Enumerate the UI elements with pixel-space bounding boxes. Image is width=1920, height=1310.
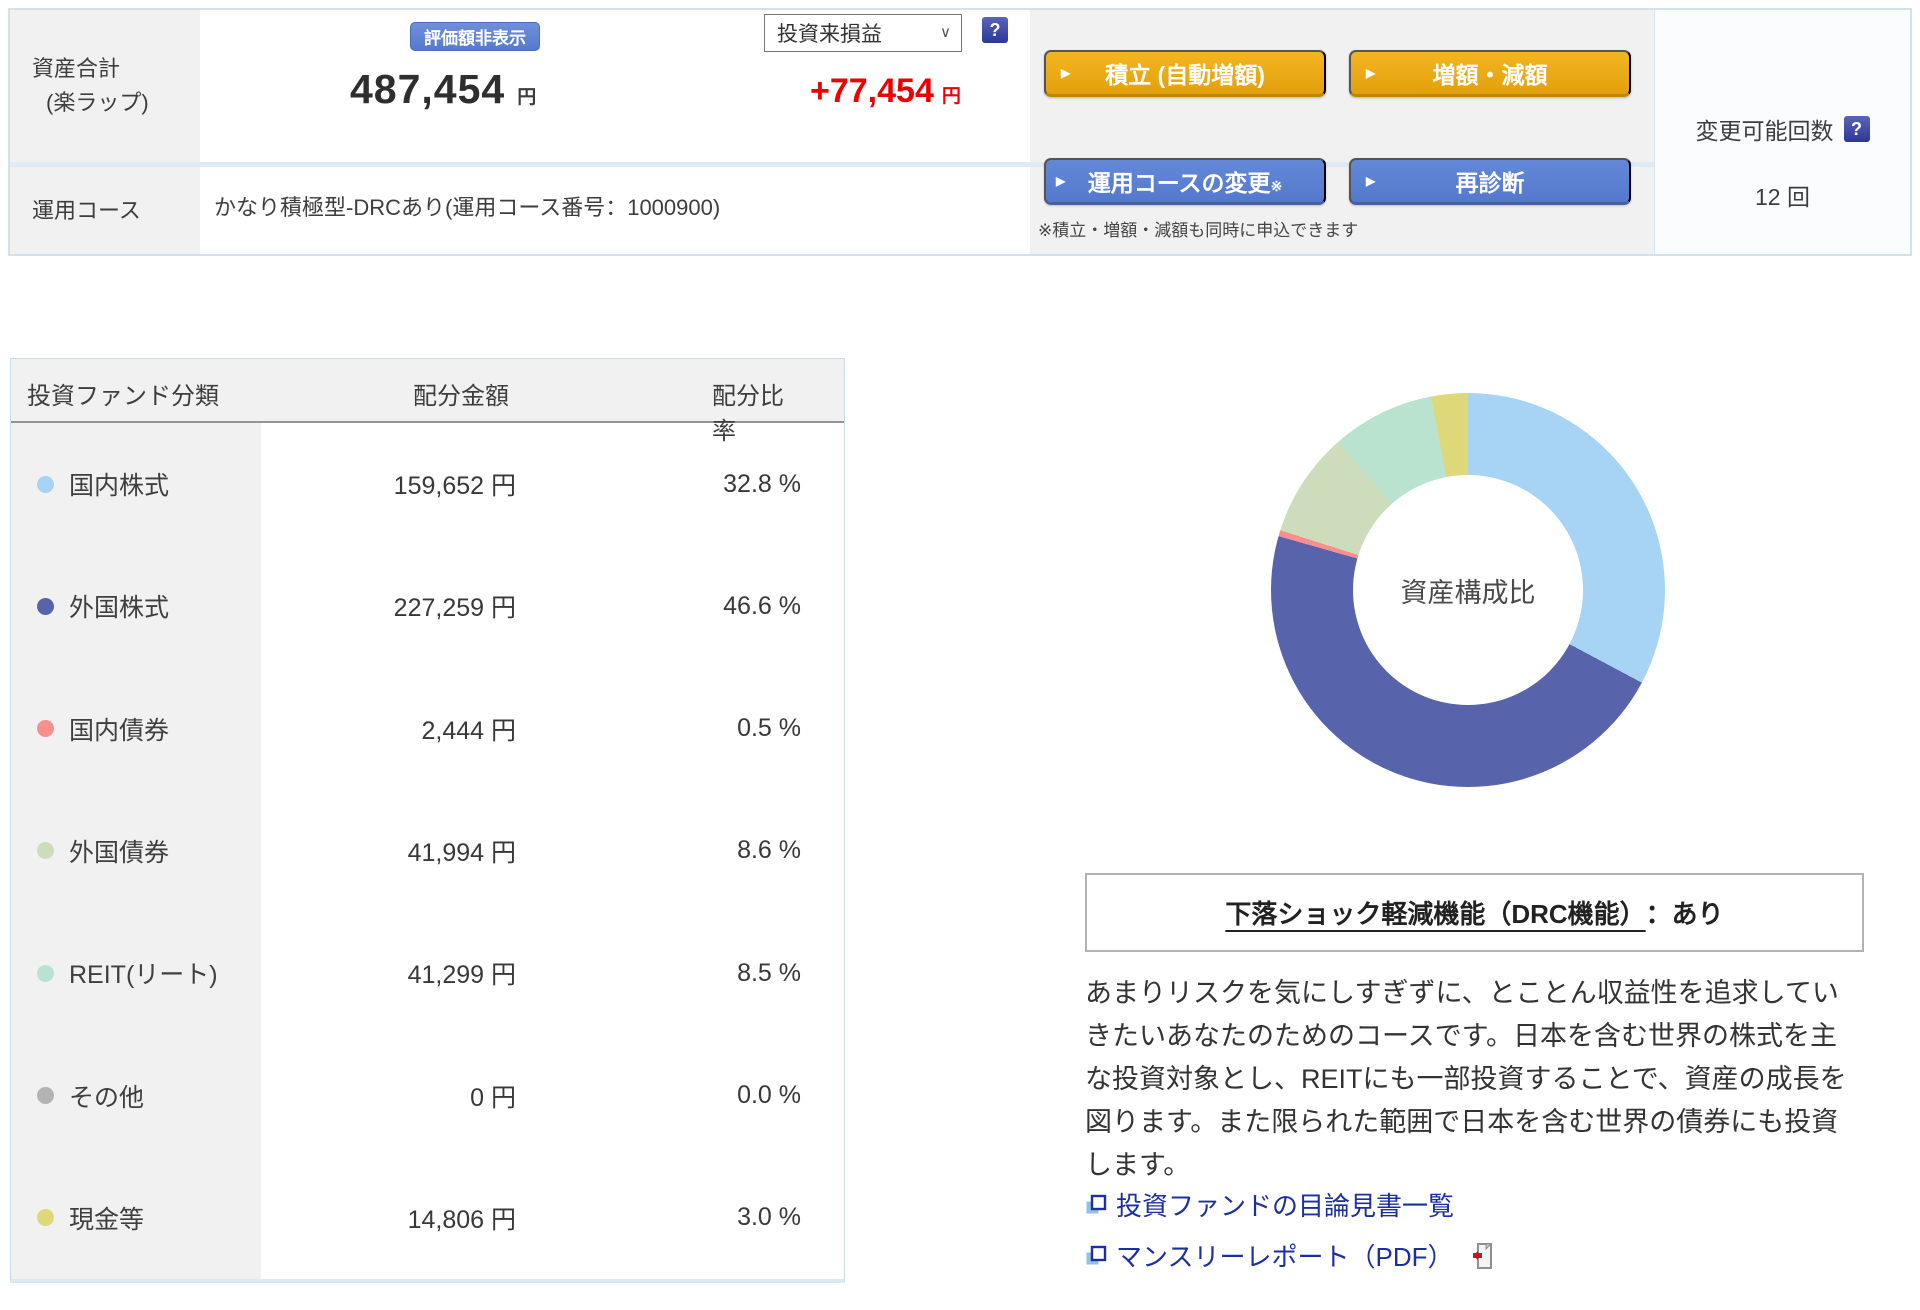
change-count-help-icon[interactable]: ? <box>1844 116 1870 142</box>
allocation-table-header: 投資ファンド分類 配分金額 配分比率 <box>11 359 844 423</box>
profit-number: +77,454 <box>810 72 934 110</box>
table-row: REIT(リート) 41,299 円8.5 % <box>11 912 844 1034</box>
change-count-panel: 変更可能回数 ? 12 回 <box>1654 10 1910 254</box>
document-links: 投資ファンドの目論見書一覧マンスリーレポート（PDF） <box>1085 1186 1496 1274</box>
profit-period-value: 投資来損益 <box>777 18 882 48</box>
ratio-cell: 8.6 % <box>516 790 801 912</box>
category-label: その他 <box>69 1078 144 1114</box>
total-asset-currency: 円 <box>517 87 536 108</box>
profit-help-icon[interactable]: ? <box>982 17 1008 43</box>
category-label: 国内株式 <box>69 466 169 502</box>
category-color-dot-icon <box>37 965 54 982</box>
category-label: REIT(リート) <box>69 955 218 991</box>
arrow-right-icon: ▶ <box>1366 66 1375 80</box>
category-cell: REIT(リート) <box>11 912 261 1034</box>
asset-composition-donut: 資産構成比 <box>1271 393 1665 787</box>
document-link[interactable]: 投資ファンドの目論見書一覧 <box>1085 1186 1496 1223</box>
category-color-dot-icon <box>37 476 54 493</box>
chevron-down-icon: ∨ <box>940 23 951 41</box>
asset-total-sublabel: (楽ラップ) <box>32 86 200 120</box>
allocation-rows: 国内株式159,652 円32.8 %外国株式227,259 円46.6 %国内… <box>11 423 844 1279</box>
profit-amount: +77,454 円 <box>810 72 961 111</box>
tsumitate-button[interactable]: ▶ 積立 (自動増額) <box>1044 50 1326 97</box>
category-label: 国内債券 <box>69 711 169 747</box>
amount-cell: 41,299 円 <box>261 912 516 1034</box>
zougaku-genkaku-button[interactable]: ▶ 増額・減額 <box>1349 50 1631 97</box>
profit-period-select[interactable]: 投資来損益 ∨ <box>764 14 962 52</box>
ratio-cell: 0.0 % <box>516 1034 801 1156</box>
category-color-dot-icon <box>37 1209 54 1226</box>
category-cell: 外国株式 <box>11 545 261 667</box>
change-count-label: 変更可能回数 <box>1696 112 1834 146</box>
course-label-cell: 運用コース <box>10 167 200 254</box>
allocation-table: 投資ファンド分類 配分金額 配分比率 国内株式159,652 円32.8 %外国… <box>10 358 845 1283</box>
document-link[interactable]: マンスリーレポート（PDF） <box>1085 1237 1496 1274</box>
course-label: 運用コース <box>32 194 200 228</box>
category-label: 外国株式 <box>69 588 169 624</box>
ratio-cell: 8.5 % <box>516 912 801 1034</box>
course-change-button[interactable]: ▶ 運用コースの変更 ※ <box>1044 158 1326 205</box>
link-label[interactable]: マンスリーレポート（PDF） <box>1116 1237 1453 1274</box>
table-row: 外国株式 227,259 円46.6 % <box>11 545 844 667</box>
pdf-file-icon <box>1472 1243 1496 1269</box>
table-row: その他 0 円0.0 % <box>11 1034 844 1156</box>
amount-cell: 227,259 円 <box>261 545 516 667</box>
drc-feature-box: 下落ショック軽減機能（DRC機能）：あり <box>1085 873 1864 952</box>
header-amount: 配分金額 <box>413 376 509 411</box>
rakuten-wrap-summary-page: { "summary": { "asset_total_label": "資産合… <box>0 0 1920 1310</box>
ratio-cell: 3.0 % <box>516 1157 801 1279</box>
arrow-right-icon: ▶ <box>1056 174 1065 188</box>
zougaku-button-label: 増額・減額 <box>1433 56 1548 90</box>
table-row: 現金等 14,806 円3.0 % <box>11 1157 844 1279</box>
donut-center: 資産構成比 <box>1353 475 1583 705</box>
rediagnosis-label: 再診断 <box>1456 164 1525 198</box>
amount-cell: 14,806 円 <box>261 1157 516 1279</box>
hide-valuation-button[interactable]: 評価額非表示 <box>410 22 540 51</box>
header-ratio: 配分比率 <box>712 376 800 446</box>
change-count-value: 12 回 <box>1655 178 1910 212</box>
external-window-icon <box>1085 1245 1107 1267</box>
profit-currency: 円 <box>942 86 961 107</box>
category-label: 現金等 <box>69 1200 144 1236</box>
category-color-dot-icon <box>37 1087 54 1104</box>
category-label: 外国債券 <box>69 833 169 869</box>
category-cell: 現金等 <box>11 1157 261 1279</box>
category-color-dot-icon <box>37 842 54 859</box>
link-label[interactable]: 投資ファンドの目論見書一覧 <box>1116 1186 1454 1223</box>
course-description: あまりリスクを気にしすぎずに、とことん収益性を追求していきたいあなたのためのコー… <box>1085 972 1853 1187</box>
ratio-cell: 0.5 % <box>516 668 801 790</box>
arrow-right-icon: ▶ <box>1061 66 1070 80</box>
amount-cell: 41,994 円 <box>261 790 516 912</box>
amount-cell: 159,652 円 <box>261 423 516 545</box>
asset-total-label-cell: 資産合計 (楽ラップ) <box>10 10 200 162</box>
external-window-icon <box>1085 1194 1107 1216</box>
category-cell: その他 <box>11 1034 261 1156</box>
arrow-right-icon: ▶ <box>1366 174 1375 188</box>
donut-center-label: 資産構成比 <box>1401 571 1536 610</box>
course-value: かなり積極型-DRCあり(運用コース番号：1000900) <box>214 190 720 222</box>
asset-total-label: 資産合計 <box>32 52 200 86</box>
table-row: 外国債券 41,994 円8.6 % <box>11 790 844 912</box>
total-asset-amount: 487,454 円 <box>350 66 536 113</box>
ratio-cell: 46.6 % <box>516 545 801 667</box>
amount-cell: 2,444 円 <box>261 668 516 790</box>
apply-note: ※積立・増額・減額も同時に申込できます <box>1038 216 1358 241</box>
course-change-label: 運用コースの変更 <box>1088 164 1271 198</box>
category-color-dot-icon <box>37 720 54 737</box>
total-asset-number: 487,454 <box>350 66 505 112</box>
rediagnosis-button[interactable]: ▶ 再診断 <box>1349 158 1631 205</box>
course-change-asterisk: ※ <box>1271 178 1283 195</box>
table-row: 国内債券 2,444 円0.5 % <box>11 668 844 790</box>
category-cell: 国内債券 <box>11 668 261 790</box>
asset-summary-box: 資産合計 (楽ラップ) 運用コース 変更可能回数 ? 12 回 評価額非表示 4… <box>8 8 1912 256</box>
category-color-dot-icon <box>37 598 54 615</box>
amount-cell: 0 円 <box>261 1034 516 1156</box>
drc-feature-suffix: ：あり <box>1646 894 1724 931</box>
category-cell: 国内株式 <box>11 423 261 545</box>
drc-feature-underlined: 下落ショック軽減機能（DRC機能） <box>1225 894 1645 931</box>
tsumitate-button-label: 積立 (自動増額) <box>1105 56 1265 90</box>
header-category: 投資ファンド分類 <box>27 376 219 411</box>
category-cell: 外国債券 <box>11 790 261 912</box>
